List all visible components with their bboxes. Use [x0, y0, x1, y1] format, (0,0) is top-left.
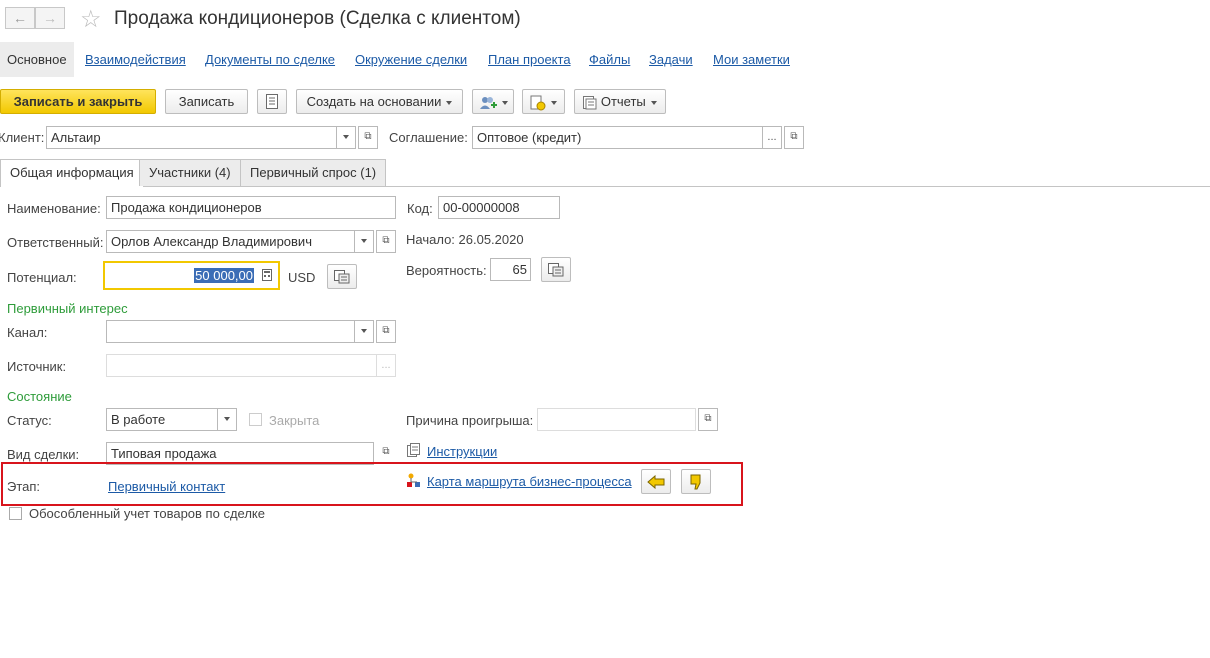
potential-input[interactable]: 50 000,00: [103, 261, 280, 290]
source-select-button[interactable]: ...: [376, 355, 395, 376]
deal-type-label: Вид сделки:: [7, 447, 80, 462]
documents-icon: [407, 443, 420, 457]
responsible-value: Орлов Александр Владимирович: [111, 234, 312, 249]
probability-input[interactable]: 65: [490, 258, 531, 281]
state-section: Состояние: [7, 389, 72, 404]
loss-reason-label: Причина проигрыша:: [406, 413, 534, 428]
tab-participants[interactable]: Участники (4): [139, 159, 241, 186]
status-label: Статус:: [7, 413, 52, 428]
document-list-icon: [266, 94, 278, 109]
client-value: Альтаир: [51, 130, 101, 145]
start-date-text: Начало: 26.05.2020: [406, 232, 524, 247]
closed-checkbox[interactable]: [249, 413, 262, 426]
client-label: Клиент:: [0, 130, 45, 145]
calculator-doc-icon: [334, 270, 350, 284]
channel-open-button[interactable]: ⧉: [376, 320, 396, 343]
users-add-icon: [479, 96, 497, 109]
route-map-link[interactable]: Карта маршрута бизнес-процесса: [427, 474, 632, 489]
chevron-down-icon: [224, 417, 230, 422]
loss-reason-field[interactable]: [537, 408, 696, 431]
stage-back-button[interactable]: [641, 469, 671, 494]
potential-label: Потенциал:: [7, 270, 77, 285]
code-input[interactable]: 00-00000008: [438, 196, 560, 219]
documents-menu-button[interactable]: [522, 89, 565, 114]
potential-value: 50 000,00: [194, 268, 254, 283]
nav-my-notes[interactable]: Мои заметки: [713, 42, 790, 77]
nav-deal-environment[interactable]: Окружение сделки: [355, 42, 467, 77]
agreement-value: Оптовое (кредит): [477, 130, 582, 145]
nav-project-plan[interactable]: План проекта: [488, 42, 571, 77]
instructions-link[interactable]: Инструкции: [427, 444, 497, 459]
chevron-down-icon: [361, 329, 367, 334]
tabs-divider: [0, 186, 1210, 187]
tab-general-info[interactable]: Общая информация: [0, 159, 144, 187]
create-based-on-label: Создать на основании: [306, 94, 442, 109]
agreement-field[interactable]: Оптовое (кредит) ...: [472, 126, 782, 149]
status-value: В работе: [111, 412, 166, 427]
page-title: Продажа кондиционеров (Сделка с клиентом…: [114, 8, 521, 29]
nav-main[interactable]: Основное: [0, 42, 74, 77]
client-open-button[interactable]: ⧉: [358, 126, 378, 149]
calculator-doc-icon: [548, 263, 564, 277]
chevron-down-icon: [361, 239, 367, 244]
create-based-on-button[interactable]: Создать на основании: [296, 89, 463, 114]
code-label: Код:: [407, 201, 433, 216]
thumbs-down-icon: [690, 474, 701, 490]
print-button[interactable]: [257, 89, 287, 114]
chevron-down-icon: [501, 100, 508, 105]
chevron-down-icon: [343, 135, 349, 140]
calculator-icon[interactable]: [262, 269, 272, 281]
probability-calc-button[interactable]: [541, 257, 571, 282]
participants-menu-button[interactable]: [472, 89, 514, 114]
channel-dropdown-button[interactable]: [354, 321, 373, 342]
chevron-down-icon: [650, 100, 657, 105]
nav-interactions[interactable]: Взаимодействия: [85, 42, 186, 77]
arrow-back-icon: [647, 474, 665, 490]
name-input[interactable]: Продажа кондиционеров: [106, 196, 396, 219]
favorite-star-icon[interactable]: ☆: [80, 5, 102, 34]
responsible-label: Ответственный:: [7, 235, 104, 250]
name-label: Наименование:: [7, 201, 101, 216]
source-field[interactable]: ...: [106, 354, 396, 377]
status-field[interactable]: В работе: [106, 408, 237, 431]
source-label: Источник:: [7, 359, 67, 374]
tab-primary-demand[interactable]: Первичный спрос (1): [240, 159, 387, 186]
reports-button[interactable]: Отчеты: [574, 89, 666, 114]
channel-label: Канал:: [7, 325, 48, 340]
chevron-down-icon: [446, 100, 453, 105]
agreement-open-button[interactable]: ⧉: [784, 126, 804, 149]
nav-tasks[interactable]: Задачи: [649, 42, 693, 77]
currency-label: USD: [288, 270, 316, 285]
responsible-open-button[interactable]: ⧉: [376, 230, 396, 253]
status-dropdown-button[interactable]: [217, 409, 236, 430]
forward-button[interactable]: →: [35, 7, 65, 29]
save-and-close-button[interactable]: Записать и закрыть: [0, 89, 156, 114]
agreement-label: Соглашение:: [389, 130, 468, 145]
client-field[interactable]: Альтаир: [46, 126, 356, 149]
route-map-icon: [407, 473, 420, 487]
probability-label: Вероятность:: [406, 263, 487, 278]
chevron-down-icon: [551, 100, 557, 105]
client-dropdown-button[interactable]: [336, 127, 355, 148]
separate-accounting-label: Обособленный учет товаров по сделке: [29, 506, 265, 521]
closed-label: Закрыта: [269, 413, 320, 428]
document-clock-icon: [530, 95, 546, 111]
loss-reason-open-button[interactable]: ⧉: [698, 408, 718, 431]
back-button[interactable]: ←: [5, 7, 35, 29]
agreement-select-button[interactable]: ...: [762, 127, 781, 148]
channel-field[interactable]: [106, 320, 374, 343]
nav-files[interactable]: Файлы: [589, 42, 630, 77]
thumbs-down-button[interactable]: [681, 469, 711, 494]
reports-icon: [583, 95, 597, 110]
separate-accounting-checkbox[interactable]: [9, 507, 22, 520]
responsible-dropdown-button[interactable]: [354, 231, 373, 252]
stage-label: Этап:: [7, 479, 41, 494]
responsible-field[interactable]: Орлов Александр Владимирович: [106, 230, 374, 253]
save-button[interactable]: Записать: [165, 89, 248, 114]
stage-link[interactable]: Первичный контакт: [108, 479, 225, 494]
primary-interest-section: Первичный интерес: [7, 301, 128, 316]
currency-calc-button[interactable]: [327, 264, 357, 289]
reports-label: Отчеты: [600, 94, 646, 109]
nav-deal-documents[interactable]: Документы по сделке: [205, 42, 335, 77]
